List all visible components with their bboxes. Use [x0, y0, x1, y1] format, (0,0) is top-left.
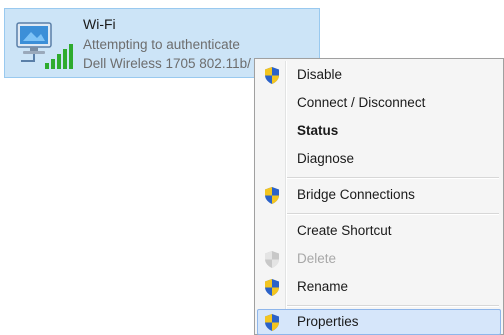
menu-separator	[287, 213, 499, 215]
menu-item-label: Status	[297, 123, 339, 138]
menu-item-label: Bridge Connections	[297, 187, 415, 202]
menu-item-label: Diagnose	[297, 151, 355, 166]
menu-item-label: Rename	[297, 279, 349, 294]
adapter-device-name: Dell Wireless 1705 802.11b/	[83, 56, 251, 71]
uac-shield-icon	[265, 251, 279, 268]
menu-item-status[interactable]: Status	[257, 118, 501, 144]
menu-item-label: Delete	[297, 251, 337, 266]
uac-shield-icon	[265, 279, 279, 296]
adapter-status: Attempting to authenticate	[83, 37, 240, 52]
network-adapter-icon	[16, 22, 73, 69]
uac-shield-icon	[265, 187, 279, 204]
menu-separator	[287, 305, 499, 307]
menu-item-properties[interactable]: Properties	[257, 309, 501, 335]
menu-item-label: Properties	[297, 314, 359, 329]
menu-item-label: Connect / Disconnect	[297, 95, 426, 110]
menu-item-rename[interactable]: Rename	[257, 274, 501, 300]
menu-item-label: Disable	[297, 67, 343, 82]
context-menu: Disable Connect / Disconnect Status Diag…	[254, 58, 504, 335]
menu-item-label: Create Shortcut	[297, 223, 392, 238]
menu-item-connect-disconnect[interactable]: Connect / Disconnect	[257, 90, 501, 116]
menu-separator	[287, 177, 499, 179]
menu-item-bridge-connections[interactable]: Bridge Connections	[257, 182, 501, 208]
menu-item-create-shortcut[interactable]: Create Shortcut	[257, 218, 501, 244]
menu-item-disable[interactable]: Disable	[257, 62, 501, 88]
menu-item-diagnose[interactable]: Diagnose	[257, 146, 501, 172]
menu-item-delete: Delete	[257, 246, 501, 272]
adapter-name: Wi-Fi	[83, 16, 116, 32]
uac-shield-icon	[265, 67, 279, 84]
uac-shield-icon	[265, 314, 279, 331]
